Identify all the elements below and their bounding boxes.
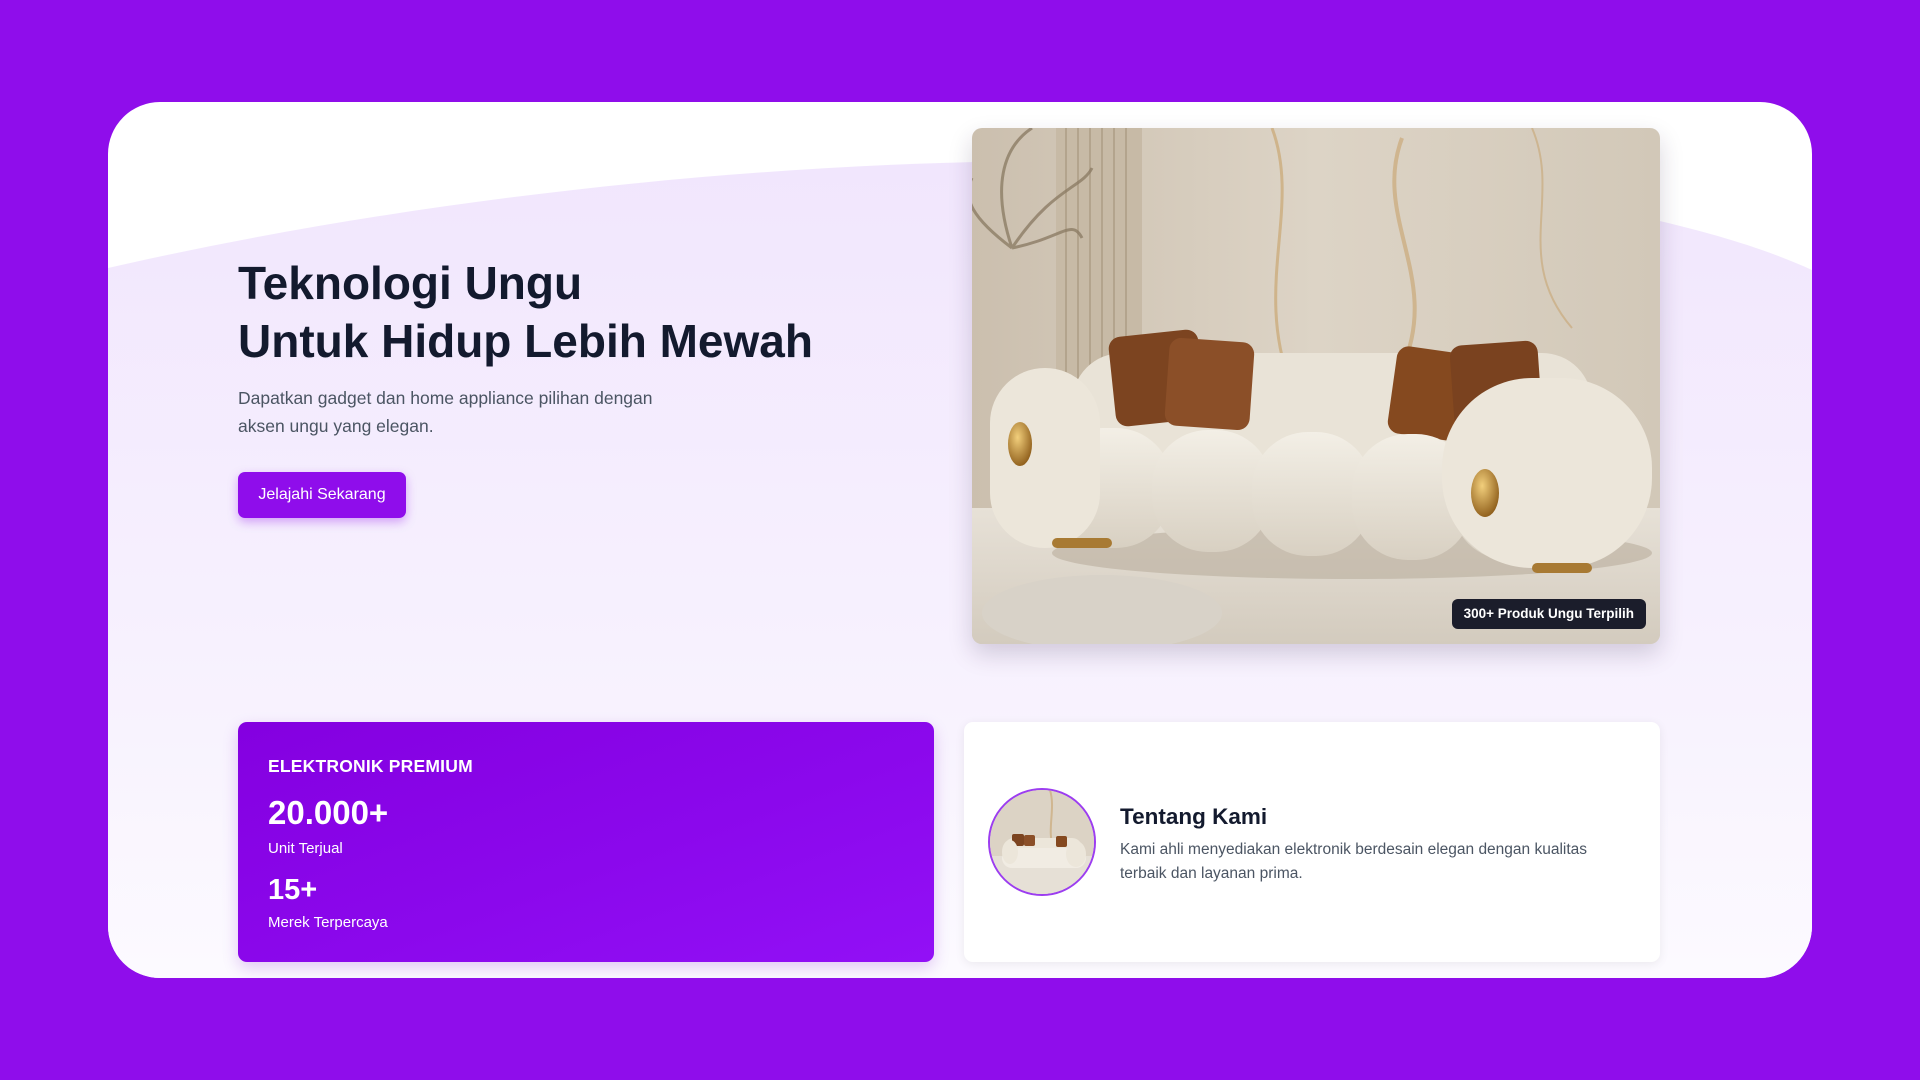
about-description: Kami ahli menyediakan elektronik berdesa… bbox=[1120, 841, 1588, 882]
landing-card: Teknologi Ungu Untuk Hidup Lebih Mewah D… bbox=[108, 102, 1812, 978]
units-sold-value: 20.000+ bbox=[268, 794, 389, 831]
about-title: Tentang Kami bbox=[1120, 804, 1268, 829]
stats-heading: ELEKTRONIK PREMIUM bbox=[268, 756, 473, 776]
hero-subtitle: Dapatkan gadget dan home appliance pilih… bbox=[238, 388, 653, 436]
hero-title-line-2: Untuk Hidup Lebih Mewah bbox=[238, 315, 813, 367]
brands-value: 15+ bbox=[268, 874, 318, 906]
brands-label: Merek Terpercaya bbox=[268, 914, 388, 931]
hero-product-image: 300+ Produk Ungu Terpilih bbox=[972, 128, 1660, 644]
product-count-badge: 300+ Produk Ungu Terpilih bbox=[1451, 599, 1646, 629]
sofa-thumbnail-illustration bbox=[990, 790, 1094, 894]
units-sold-label: Unit Terjual bbox=[268, 840, 343, 857]
explore-now-button[interactable]: Jelajahi Sekarang bbox=[238, 472, 406, 518]
stats-card: ELEKTRONIK PREMIUM 20.000+ Unit Terjual … bbox=[238, 722, 934, 962]
about-card: Tentang Kami Kami ahli menyediakan elekt… bbox=[964, 722, 1660, 962]
about-thumbnail bbox=[988, 788, 1096, 896]
hero-title-line-1: Teknologi Ungu bbox=[238, 257, 583, 309]
hero-title: Teknologi Ungu Untuk Hidup Lebih Mewah bbox=[238, 254, 958, 370]
sofa-photo-illustration bbox=[972, 128, 1660, 644]
